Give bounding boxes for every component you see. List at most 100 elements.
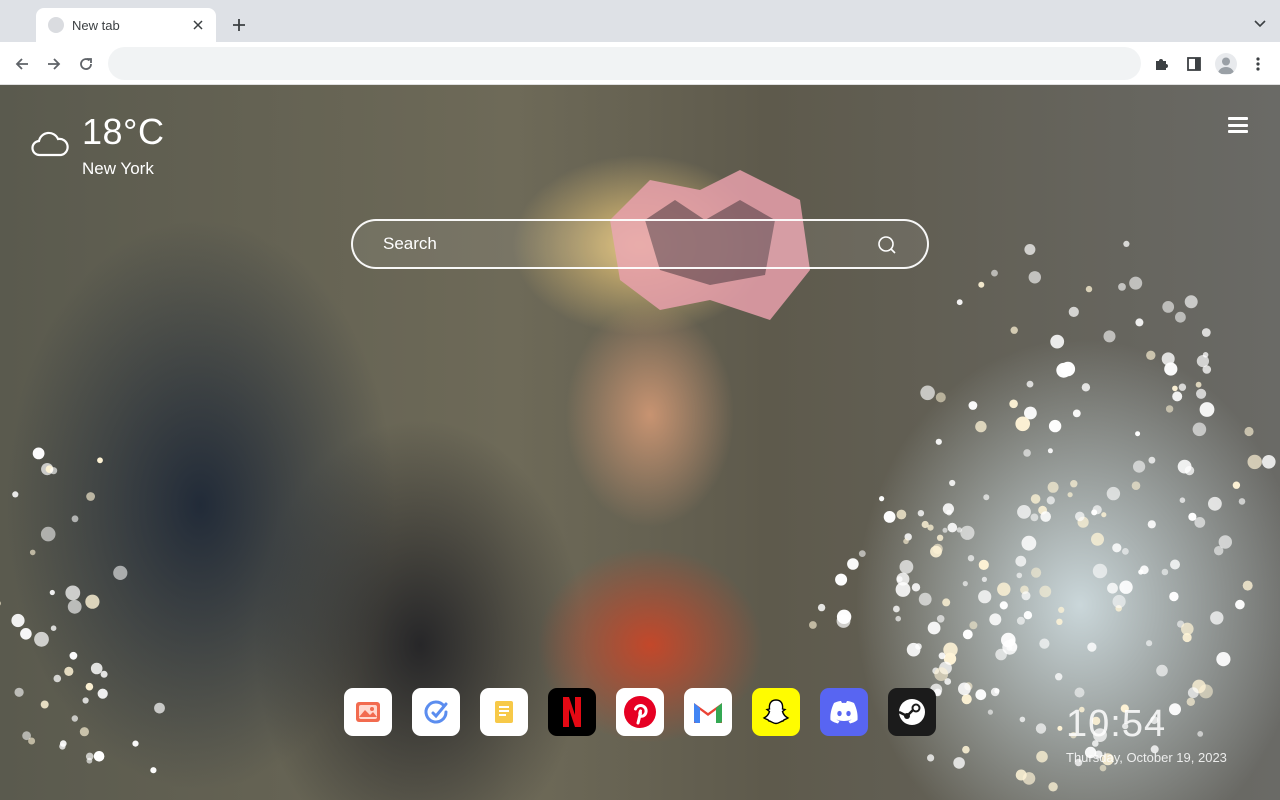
spark-dot: [895, 615, 901, 622]
spark-dot: [1242, 580, 1253, 591]
app-discord[interactable]: [820, 688, 868, 736]
page-menu-button[interactable]: [1228, 115, 1248, 135]
spark-dot: [90, 662, 103, 675]
profile-button[interactable]: [1214, 52, 1238, 76]
app-gmail[interactable]: [684, 688, 732, 736]
app-tasks[interactable]: [412, 688, 460, 736]
reload-icon: [80, 58, 92, 70]
forward-button[interactable]: [42, 52, 66, 76]
spark-dot: [989, 613, 1002, 626]
app-netflix[interactable]: [548, 688, 596, 736]
app-dock: [344, 688, 936, 736]
spark-dot: [975, 689, 987, 701]
spark-dot: [49, 589, 55, 596]
spark-dot: [113, 565, 128, 580]
search-bar[interactable]: [351, 219, 929, 269]
spark-dot: [1058, 606, 1065, 614]
spark-dot: [64, 666, 74, 677]
spark-dot: [1021, 535, 1037, 551]
spark-dot: [1031, 567, 1042, 578]
app-steam[interactable]: [888, 688, 936, 736]
spark-dot: [858, 550, 866, 557]
spark-dot: [1178, 383, 1187, 391]
side-panel-button[interactable]: [1182, 52, 1206, 76]
spark-dot: [29, 549, 36, 556]
plus-icon: [233, 19, 245, 31]
spark-dot: [1016, 572, 1023, 579]
spark-dot: [903, 538, 909, 545]
spark-dot: [1092, 505, 1102, 515]
spark-dot: [1235, 599, 1245, 610]
spark-dot: [1214, 546, 1224, 556]
spark-dot: [879, 496, 885, 502]
spark-dot: [100, 670, 108, 678]
tab-new-tab[interactable]: New tab: [36, 8, 216, 42]
spark-dot: [1050, 334, 1065, 349]
reload-button[interactable]: [74, 52, 98, 76]
spark-dot: [1081, 383, 1091, 392]
spark-dot: [60, 740, 67, 747]
spark-dot: [915, 643, 922, 650]
app-notes[interactable]: [480, 688, 528, 736]
spark-dot: [969, 621, 978, 630]
spark-dot: [927, 754, 935, 762]
spark-dot: [1092, 563, 1108, 579]
spark-dot: [936, 534, 944, 541]
spark-dot: [995, 648, 1007, 661]
spark-dot: [1123, 240, 1130, 247]
spark-dot: [999, 601, 1008, 610]
spark-dot: [67, 599, 82, 614]
chevron-down-icon: [1254, 20, 1266, 28]
spark-dot: [1199, 402, 1215, 417]
app-gallery[interactable]: [344, 688, 392, 736]
spark-dot: [85, 682, 94, 691]
spark-dot: [1181, 622, 1194, 636]
clock-widget: 10:54 Thursday, October 19, 2023: [1066, 703, 1227, 765]
spark-dot: [1040, 511, 1051, 522]
spark-dot: [817, 603, 826, 612]
pinterest-icon: [624, 696, 656, 728]
new-tab-button[interactable]: [228, 14, 250, 36]
spark-dot: [1030, 494, 1041, 504]
weather-widget[interactable]: 18°C New York: [30, 111, 164, 179]
app-pinterest[interactable]: [616, 688, 664, 736]
spark-dot: [935, 392, 946, 403]
spark-dot: [1103, 330, 1116, 343]
spark-dot: [938, 652, 946, 660]
steam-icon: [898, 699, 925, 725]
gmail-icon: [694, 703, 722, 723]
tab-search-button[interactable]: [1252, 16, 1268, 32]
browser-menu-button[interactable]: [1246, 52, 1270, 76]
spark-dot: [943, 642, 958, 657]
search-icon[interactable]: [877, 235, 897, 255]
spark-dot: [847, 558, 859, 570]
spark-dot: [40, 526, 56, 542]
address-bar[interactable]: [108, 47, 1141, 80]
spark-dot: [934, 667, 949, 681]
spark-dot: [1112, 543, 1122, 553]
app-snapchat[interactable]: [752, 688, 800, 736]
spark-dot: [991, 269, 998, 277]
hamburger-icon: [1228, 117, 1248, 120]
spark-dot: [1099, 764, 1107, 772]
kebab-menu-icon: [1256, 57, 1260, 71]
close-icon[interactable]: [190, 17, 206, 33]
spark-dot: [958, 682, 971, 696]
puzzle-icon: [1156, 59, 1168, 70]
spark-dot: [34, 631, 49, 647]
spark-dot: [1177, 459, 1192, 474]
back-button[interactable]: [10, 52, 34, 76]
search-input[interactable]: [383, 221, 863, 267]
spark-dot: [1039, 585, 1052, 598]
spark-dot: [932, 543, 943, 554]
spark-dot: [978, 281, 985, 288]
extensions-button[interactable]: [1150, 52, 1174, 76]
spark-dot: [65, 585, 81, 601]
spark-dot: [962, 745, 970, 754]
spark-dot: [20, 628, 32, 640]
tab-strip: New tab: [0, 0, 1280, 42]
spark-dot: [82, 697, 89, 704]
spark-dot: [1156, 664, 1168, 677]
browser-toolbar: [0, 42, 1280, 85]
spark-dot: [1164, 362, 1178, 376]
